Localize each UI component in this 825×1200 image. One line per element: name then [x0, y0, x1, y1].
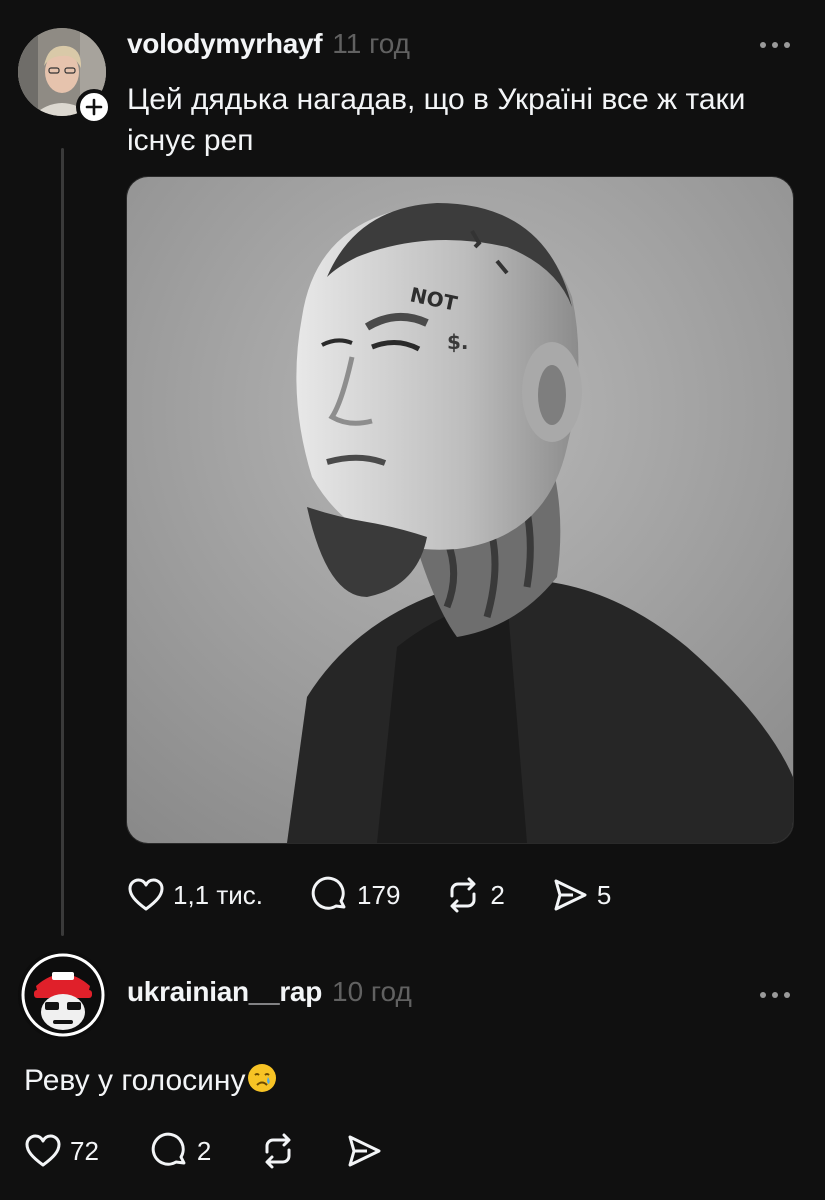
comment-icon	[151, 1132, 186, 1166]
share-button[interactable]: 5	[551, 876, 611, 914]
comment-count: 179	[357, 879, 401, 910]
more-icon[interactable]	[759, 40, 791, 50]
timestamp: 11 год	[332, 28, 411, 59]
reply-share-button[interactable]	[345, 1132, 383, 1170]
reply-text-body: Реву у голосину	[24, 1064, 246, 1097]
follow-button[interactable]	[76, 89, 112, 125]
username[interactable]: volodymyrhayf	[127, 28, 323, 60]
reply-header: ukrainian__rap 10 год	[127, 976, 412, 1008]
comment-icon	[311, 876, 346, 910]
reply-like-count: 72	[70, 1135, 99, 1166]
plus-icon	[85, 98, 103, 116]
comment-button[interactable]: 179	[311, 876, 400, 914]
reply-avatar[interactable]	[18, 950, 108, 1040]
post-text: Цей дядька нагадав, що в Україні все ж т…	[127, 83, 746, 157]
like-count: 1,1 тис.	[173, 879, 264, 910]
logo-avatar	[18, 950, 108, 1040]
repost-button[interactable]: 2	[444, 876, 505, 914]
reply-timestamp: 10 год	[332, 976, 412, 1007]
post-header: volodymyrhayf 11 год	[127, 28, 410, 60]
svg-text:$.: $.	[447, 330, 469, 354]
reply-comment-count: 2	[196, 1135, 212, 1166]
post-image[interactable]: NOT $.	[126, 176, 794, 844]
reply-like-button[interactable]: 72	[24, 1133, 99, 1169]
heart-icon	[128, 878, 164, 911]
repost-count: 2	[490, 879, 505, 910]
share-icon	[554, 879, 587, 911]
thread-line	[61, 148, 64, 936]
like-button[interactable]: 1,1 тис.	[127, 877, 263, 913]
reply-username[interactable]: ukrainian__rap	[127, 976, 322, 1008]
post-actions: 1,1 тис. 179 2 5	[127, 876, 611, 914]
share-icon	[348, 1135, 381, 1167]
crying-face-emoji-icon	[248, 1064, 277, 1092]
more-icon[interactable]	[759, 990, 791, 1000]
portrait-photo: NOT $.	[127, 177, 793, 843]
repost-icon	[265, 1133, 291, 1169]
heart-icon	[25, 1134, 61, 1167]
reply-comment-button[interactable]: 2	[151, 1132, 211, 1170]
reply-repost-button[interactable]	[259, 1132, 297, 1170]
share-count: 5	[596, 879, 612, 910]
repost-icon	[450, 877, 476, 913]
reply-text: Реву у голосину	[24, 1062, 278, 1098]
reply-actions: 72 2	[24, 1132, 383, 1170]
